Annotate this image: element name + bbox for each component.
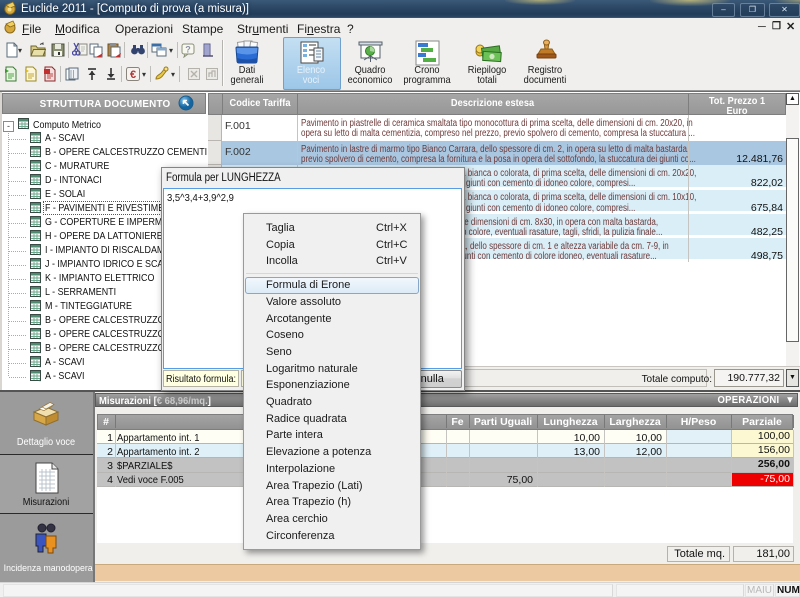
svg-text:?: ? [185,45,191,55]
svg-text:€: € [130,69,136,81]
